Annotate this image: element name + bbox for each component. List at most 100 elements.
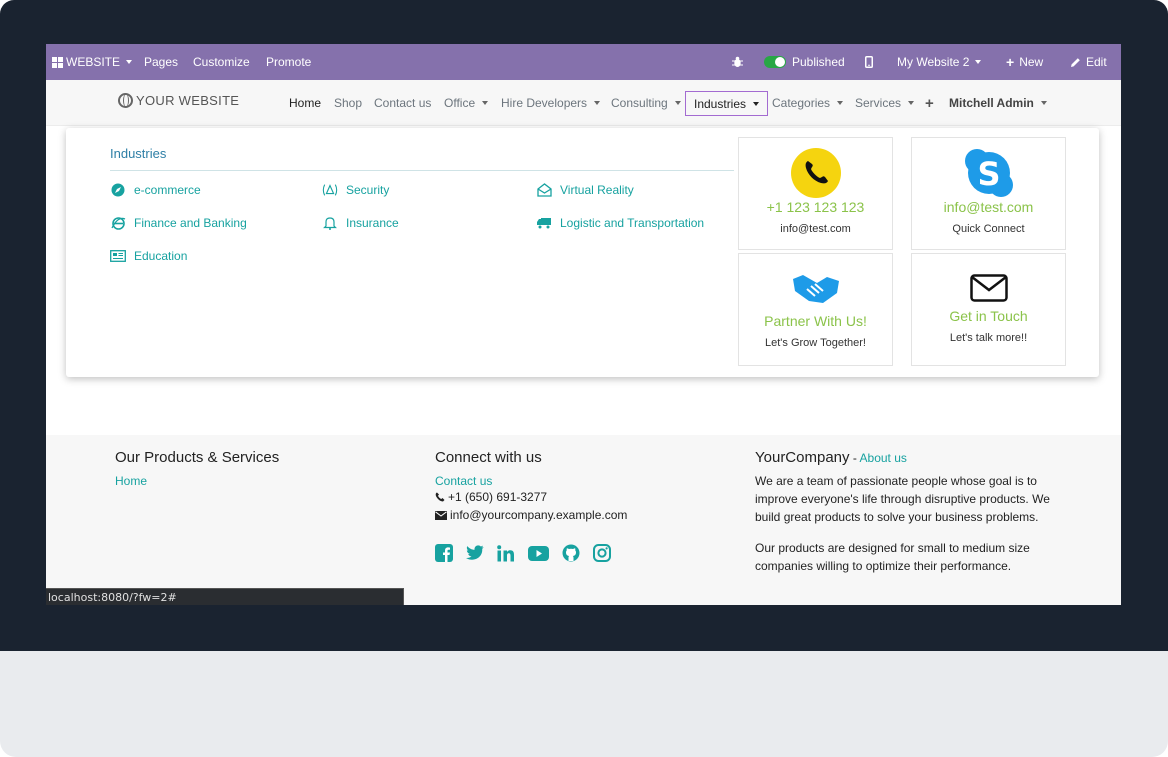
about-us-link[interactable]: About us [860, 451, 907, 465]
publish-toggle[interactable]: Published [764, 44, 845, 80]
nav-shop[interactable]: Shop [334, 80, 362, 126]
footer-phone-text: +1 (650) 691-3277 [448, 490, 548, 504]
nav-home[interactable]: Home [289, 80, 321, 126]
nav-hire-developers-label: Hire Developers [501, 96, 588, 110]
fire-icon [322, 183, 338, 197]
menu-item-finance-banking[interactable]: Finance and Banking [110, 216, 247, 230]
twitter-icon[interactable] [466, 544, 484, 562]
menu-item-security[interactable]: Security [322, 183, 389, 197]
edit-button[interactable]: Edit [1070, 44, 1107, 80]
partner-card[interactable]: Partner With Us! Let's Grow Together! [738, 253, 893, 366]
nav-services[interactable]: Services [855, 80, 915, 126]
bell-icon [322, 216, 338, 230]
company-description: We are a team of passionate people whose… [755, 474, 1050, 524]
nav-consulting[interactable]: Consulting [611, 80, 681, 126]
bug-icon [732, 56, 743, 67]
chevron-down-icon [908, 101, 915, 105]
youtube-icon[interactable] [528, 544, 549, 562]
promote-menu[interactable]: Promote [266, 44, 311, 80]
new-button[interactable]: + New [1006, 44, 1043, 80]
menu-item-logistic-transportation[interactable]: Logistic and Transportation [536, 216, 704, 230]
get-in-touch-card[interactable]: Get in Touch Let's talk more!! [911, 253, 1066, 366]
contact-phone-card[interactable]: +1 123 123 123 info@test.com [738, 137, 893, 250]
nav-industries[interactable]: Industries [685, 91, 769, 116]
github-icon[interactable] [562, 544, 580, 562]
footer-email-text: info@yourcompany.example.com [450, 508, 628, 522]
internet-explorer-icon [110, 216, 126, 230]
menu-item-virtual-reality[interactable]: Virtual Reality [536, 183, 634, 197]
nav-services-label: Services [855, 96, 902, 110]
footer-link-home[interactable]: Home [115, 474, 395, 488]
nav-industries-label: Industries [694, 96, 747, 111]
footer-contact-link[interactable]: Contact us [435, 474, 715, 488]
menu-item-ecommerce[interactable]: e-commerce [110, 183, 201, 197]
logo-text: YOUR WEBSITE [136, 93, 240, 108]
admin-bar: WEBSITE Pages Customize Promote Publishe… [46, 44, 1121, 80]
footer-about-column: YourCompany - About us We are a team of … [755, 435, 1055, 575]
svg-text:S: S [977, 155, 1000, 193]
plus-icon: + [925, 94, 934, 112]
card-email: info@test.com [943, 199, 1034, 215]
website-selector[interactable]: My Website 2 [897, 44, 982, 80]
apps-icon [52, 56, 63, 68]
footer-heading: Our Products & Services [115, 449, 280, 466]
newspaper-icon [110, 249, 126, 263]
menu-item-label: Logistic and Transportation [560, 216, 705, 230]
nav-categories-label: Categories [772, 96, 831, 110]
card-phone-caption: info@test.com [780, 223, 851, 235]
menu-item-label: Finance and Banking [134, 216, 247, 230]
browser-screen: WEBSITE Pages Customize Promote Publishe… [46, 44, 1121, 605]
phone-icon [790, 148, 841, 198]
website-selector-label: My Website 2 [897, 55, 970, 69]
pages-menu[interactable]: Pages [144, 44, 178, 80]
nav-contact-us[interactable]: Contact us [374, 80, 431, 126]
add-menu-item-button[interactable]: + [925, 80, 934, 126]
mobile-preview-button[interactable] [865, 44, 873, 80]
device-frame: WEBSITE Pages Customize Promote Publishe… [0, 0, 1168, 757]
nav-consulting-label: Consulting [611, 96, 668, 110]
new-label: New [1019, 55, 1044, 69]
card-touch-title: Get in Touch [949, 308, 1028, 324]
instagram-icon[interactable] [593, 544, 611, 562]
card-partner-caption: Let's Grow Together! [765, 337, 866, 349]
debug-button[interactable] [732, 44, 743, 80]
menu-item-education[interactable]: Education [110, 249, 187, 263]
menu-item-insurance[interactable]: Insurance [322, 216, 399, 230]
pencil-icon [1071, 57, 1080, 67]
menu-item-label: Security [346, 183, 390, 197]
website-menu[interactable]: WEBSITE [52, 44, 133, 80]
mega-menu-title: Industries [110, 146, 167, 161]
chevron-down-icon [482, 101, 489, 105]
nav-categories[interactable]: Categories [772, 80, 844, 126]
customize-menu[interactable]: Customize [193, 44, 250, 80]
chevron-down-icon [1040, 101, 1047, 105]
truck-icon [536, 216, 552, 230]
rocket-icon [110, 183, 126, 197]
user-menu[interactable]: Mitchell Admin [949, 80, 1047, 126]
chevron-down-icon [126, 60, 133, 64]
nav-hire-developers[interactable]: Hire Developers [501, 80, 601, 126]
menu-item-label: Virtual Reality [560, 183, 634, 197]
nav-office-label: Office [444, 96, 476, 110]
nav-office[interactable]: Office [444, 80, 489, 126]
company-name: YourCompany [755, 449, 850, 466]
footer-email: info@yourcompany.example.com [435, 506, 715, 524]
menu-item-label: Insurance [346, 216, 399, 230]
quick-connect-card[interactable]: S info@test.com Quick Connect [911, 137, 1066, 250]
chevron-down-icon [753, 101, 760, 106]
menu-item-label: Education [134, 249, 188, 263]
open-envelope-icon [536, 183, 552, 197]
published-label: Published [792, 55, 845, 69]
card-touch-caption: Let's talk more!! [949, 332, 1028, 344]
site-logo[interactable]: YOUR WEBSITE [118, 93, 239, 108]
facebook-icon[interactable] [435, 544, 453, 562]
envelope-icon [435, 510, 447, 520]
card-phone-number: +1 123 123 123 [766, 199, 865, 215]
phone-icon [435, 492, 445, 502]
company-description-2: Our products are designed for small to m… [755, 541, 1030, 573]
card-partner-title: Partner With Us! [764, 313, 867, 329]
card-email-caption: Quick Connect [952, 223, 1025, 235]
chevron-down-icon [837, 101, 844, 105]
footer-heading: Connect with us [435, 449, 542, 466]
linkedin-icon[interactable] [497, 544, 515, 562]
